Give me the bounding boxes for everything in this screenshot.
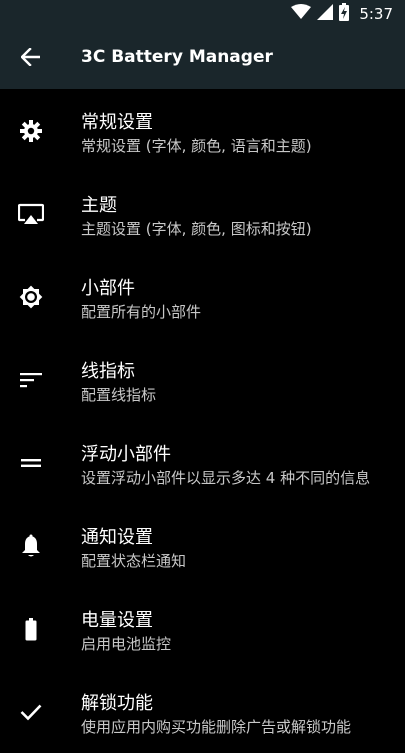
app-bar: 3C Battery Manager [0,28,405,89]
settings-item-subtitle: 配置线指标 [81,386,157,404]
settings-item-line-indicator[interactable]: 线指标 配置线指标 [0,338,405,421]
settings-item-title: 浮动小部件 [81,444,171,465]
settings-item-subtitle: 配置状态栏通知 [81,552,187,570]
check-icon [18,699,44,725]
bell-icon [18,533,44,559]
wifi-icon [291,4,312,24]
settings-item-subtitle: 主题设置 (字体, 颜色, 图标和按钮) [81,220,312,238]
gear-icon [18,118,44,144]
cell-signal-icon [317,4,334,24]
settings-item-general[interactable]: 常规设置 常规设置 (字体, 颜色, 语言和主题) [0,89,405,172]
settings-item-subtitle: 启用电池监控 [81,635,172,653]
settings-item-battery[interactable]: 电量设置 启用电池监控 [0,587,405,670]
settings-item-title: 主题 [81,195,117,216]
status-time: 5:37 [359,5,393,23]
settings-item-unlock[interactable]: 解锁功能 使用应用内购买功能删除广告或解锁功能 [0,670,405,753]
settings-item-subtitle: 设置浮动小部件以显示多达 4 种不同的信息 [81,469,371,487]
settings-item-title: 电量设置 [81,610,153,631]
settings-item-title: 通知设置 [81,527,153,548]
arrow-left-icon [20,47,41,70]
settings-item-title: 线指标 [81,361,135,382]
settings-item-title: 常规设置 [81,112,153,133]
back-button[interactable] [18,46,44,72]
settings-list: 常规设置 常规设置 (字体, 颜色, 语言和主题) 主题 主题设置 (字体, 颜… [0,89,405,753]
settings-item-title: 小部件 [81,278,135,299]
page-title: 3C Battery Manager [81,47,273,67]
battery-icon [18,616,44,642]
settings-item-notifications[interactable]: 通知设置 配置状态栏通知 [0,504,405,587]
cast-screen-icon [18,201,44,227]
settings-item-subtitle: 常规设置 (字体, 颜色, 语言和主题) [81,137,312,155]
settings-item-floating-widget[interactable]: 浮动小部件 设置浮动小部件以显示多达 4 种不同的信息 [0,421,405,504]
battery-charging-icon [339,3,350,25]
brightness-icon [18,284,44,310]
equals-icon [18,450,44,476]
settings-item-subtitle: 配置所有的小部件 [81,303,202,321]
settings-item-subtitle: 使用应用内购买功能删除广告或解锁功能 [81,718,352,736]
settings-item-title: 解锁功能 [81,693,153,714]
status-bar: 5:37 [0,0,405,28]
sort-lines-icon [18,367,44,393]
settings-item-widgets[interactable]: 小部件 配置所有的小部件 [0,255,405,338]
settings-item-theme[interactable]: 主题 主题设置 (字体, 颜色, 图标和按钮) [0,172,405,255]
